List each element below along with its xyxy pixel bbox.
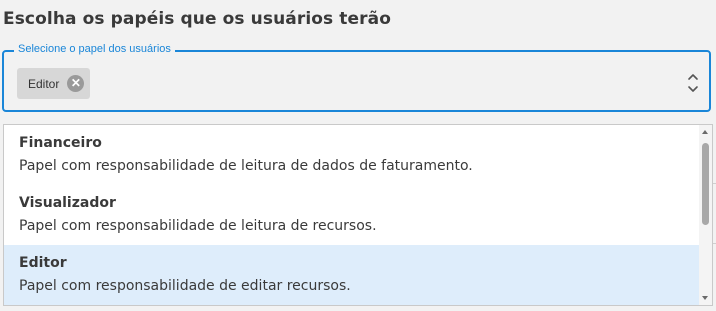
selected-chip-editor: Editor ✕ <box>17 68 91 99</box>
option-description: Papel com responsabilidade de leitura de… <box>19 158 473 174</box>
option-description: Papel com responsabilidade de leitura de… <box>19 218 377 234</box>
role-options-list: Financeiro Papel com responsabilidade de… <box>3 124 713 306</box>
option-title: Editor <box>19 255 67 271</box>
scroll-up-icon[interactable] <box>702 130 708 134</box>
option-visualizador[interactable]: Visualizador Papel com responsabilidade … <box>4 185 700 245</box>
page-heading: Escolha os papéis que os usuários terão <box>3 9 391 29</box>
option-editor[interactable]: Editor Papel com responsabilidade de edi… <box>4 245 700 305</box>
option-title: Financeiro <box>19 135 102 151</box>
option-description: Papel com responsabilidade de editar rec… <box>19 278 351 294</box>
role-select[interactable]: Selecione o papel dos usuários Editor ✕ <box>2 43 711 112</box>
list-scrollbar[interactable] <box>699 125 712 305</box>
option-title: Visualizador <box>19 195 116 211</box>
select-legend: Selecione o papel dos usuários <box>14 43 175 55</box>
scroll-thumb[interactable] <box>702 143 709 225</box>
chip-label: Editor <box>28 76 60 91</box>
scroll-down-icon[interactable] <box>702 296 708 300</box>
option-financeiro[interactable]: Financeiro Papel com responsabilidade de… <box>4 125 700 185</box>
up-down-chevron-icon[interactable] <box>687 71 699 95</box>
chip-close-icon[interactable]: ✕ <box>67 75 85 92</box>
